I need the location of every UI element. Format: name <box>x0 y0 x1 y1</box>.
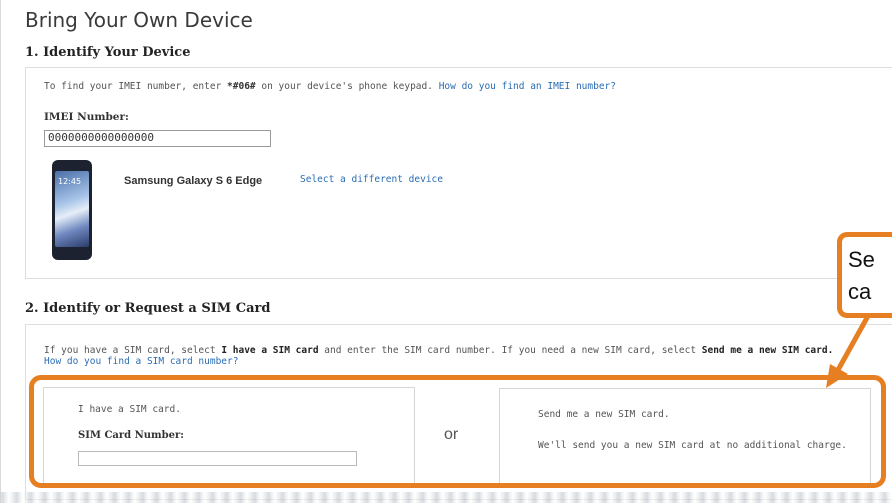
imei-instructions: To find your IMEI number, enter *#06# on… <box>44 81 616 92</box>
identify-device-panel <box>25 67 892 279</box>
sim-help-link[interactable]: How do you find a SIM card number? <box>44 356 238 367</box>
page-title: Bring Your Own Device <box>25 8 253 32</box>
section-2-heading: 2. Identify or Request a SIM Card <box>25 301 271 316</box>
select-different-device-link[interactable]: Select a different device <box>300 174 443 185</box>
phone-screen: 12:45 <box>55 171 89 247</box>
imei-help-link[interactable]: How do you find an IMEI number? <box>439 81 616 92</box>
sim-instructions: If you have a SIM card, select I have a … <box>44 345 833 356</box>
callout-text: Se ca <box>848 244 875 308</box>
callout-line-2: ca <box>848 279 872 304</box>
phone-screen-time: 12:45 <box>58 177 82 186</box>
section-1-heading: 1. Identify Your Device <box>25 45 191 60</box>
sim-instruction-bold2: Send me a new SIM card. <box>701 345 834 356</box>
callout-arrow-line <box>835 313 871 373</box>
imei-label: IMEI Number: <box>44 111 129 123</box>
imei-instruction-suffix: on your device's phone keypad. <box>255 81 433 92</box>
imei-value: 0000000000000000 <box>48 131 154 144</box>
imei-instruction-prefix: To find your IMEI number, enter <box>44 81 228 92</box>
sim-instruction-part2: and enter the SIM card number. If you ne… <box>318 345 702 356</box>
sim-instruction-part1: If you have a SIM card, select <box>44 345 222 356</box>
callout-highlight-ring <box>29 375 886 488</box>
imei-code: *#06# <box>227 81 256 92</box>
cropped-bottom-edge <box>0 492 892 503</box>
sim-instruction-bold1: I have a SIM card <box>221 345 319 356</box>
imei-input[interactable]: 0000000000000000 <box>44 130 271 147</box>
phone-image: 12:45 <box>52 160 92 260</box>
callout-arrow <box>826 313 871 388</box>
device-name: Samsung Galaxy S 6 Edge <box>124 175 263 187</box>
callout-line-1: Se <box>848 247 875 272</box>
